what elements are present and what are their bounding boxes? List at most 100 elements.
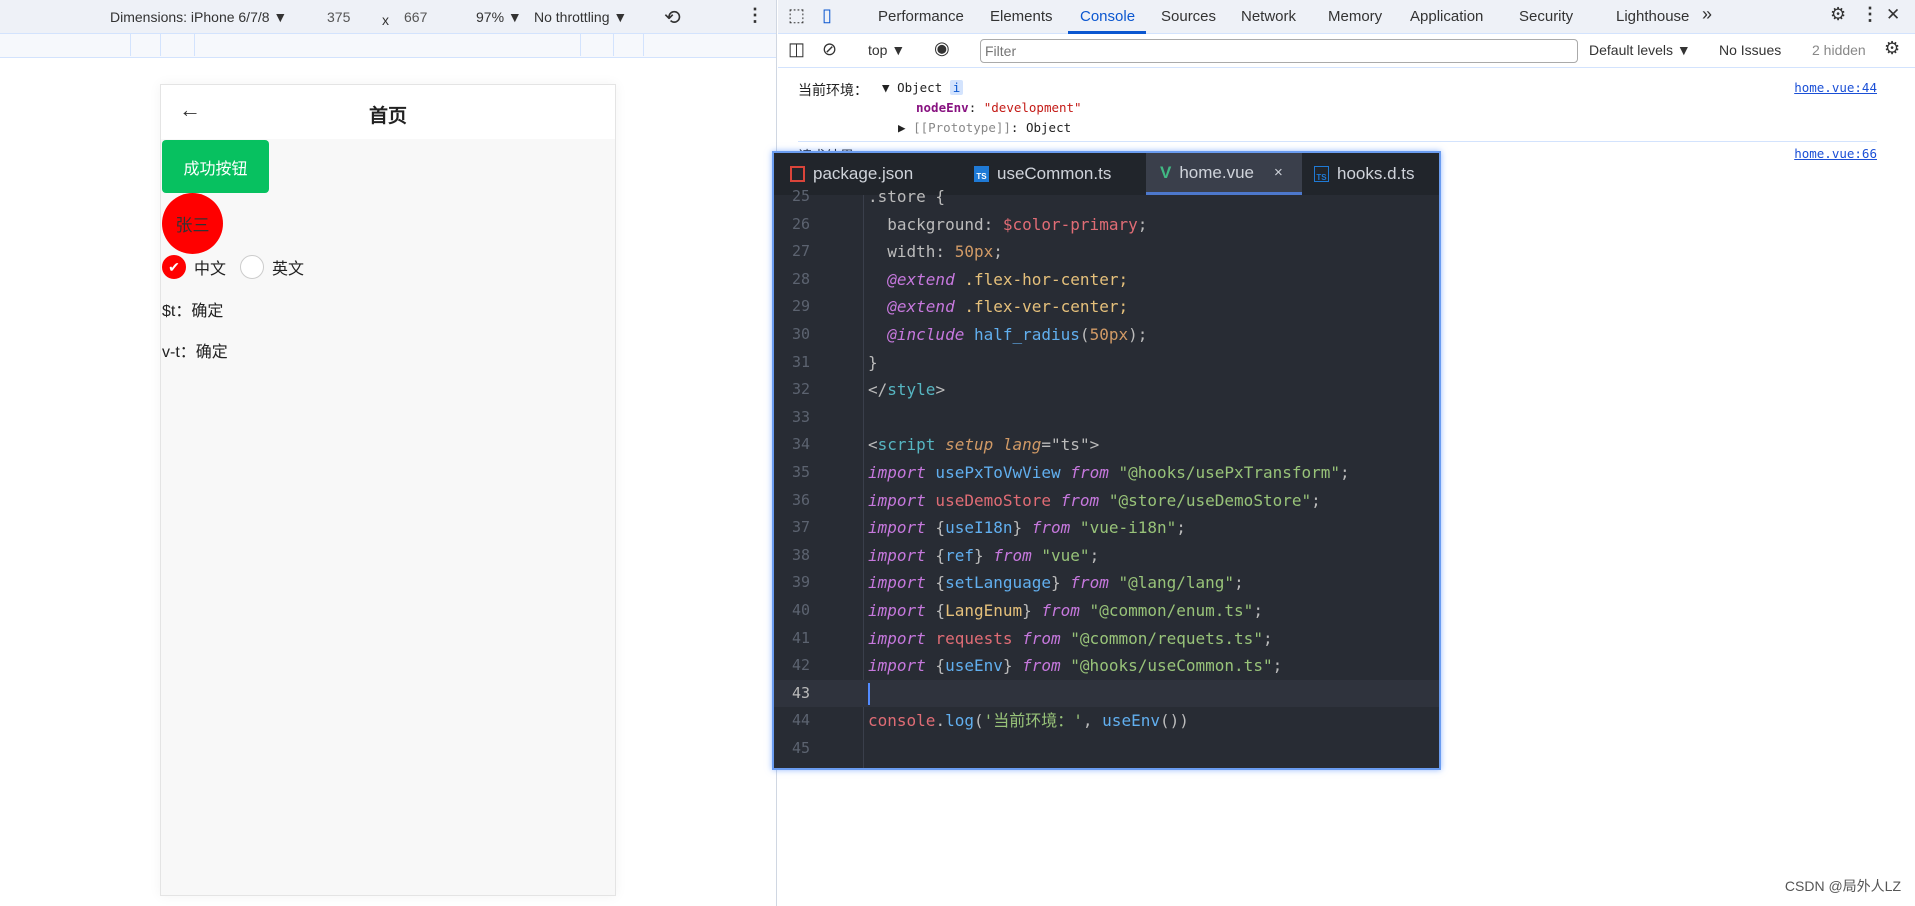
- source-link[interactable]: home.vue:44: [1794, 80, 1877, 95]
- device-emulation-pane: Dimensions: iPhone 6/7/8 ▼ 375 x 667 97%…: [0, 0, 777, 906]
- log-levels-select[interactable]: Default levels ▼: [1589, 42, 1691, 58]
- line-code: import {ref} from "vue";: [868, 542, 1099, 570]
- code-line[interactable]: 29 @extend .flex-ver-center;: [774, 293, 1439, 321]
- line-number: 38: [792, 545, 811, 564]
- page-title: 首页: [368, 106, 407, 127]
- tab-application[interactable]: Application: [1410, 8, 1483, 25]
- line-number: 41: [792, 628, 811, 647]
- code-token: usePxToVwView: [925, 463, 1071, 482]
- line-number: 25: [792, 187, 811, 205]
- object-label: Object: [897, 80, 943, 95]
- tab-console[interactable]: Console: [1080, 8, 1135, 25]
- code-line[interactable]: 46 //状态管理demo: [774, 763, 1439, 768]
- code-token: 50px: [954, 242, 994, 262]
- code-line[interactable]: 40 import {LangEnum} from "@common/enum.t…: [774, 597, 1439, 625]
- hidden-count: 2 hidden: [1812, 42, 1866, 58]
- code-line[interactable]: 26 background: $color-primary;: [774, 211, 1439, 239]
- code-token: }: [1022, 601, 1042, 620]
- context-select[interactable]: top ▼: [868, 42, 905, 58]
- sidebar-toggle-icon[interactable]: ◫: [788, 39, 805, 60]
- object-toggle[interactable]: ▼ Object i: [882, 80, 964, 95]
- line-number: 33: [792, 407, 811, 426]
- throttling-select[interactable]: No throttling ▼: [534, 9, 627, 25]
- code-line[interactable]: 34 <script setup lang="ts">: [774, 431, 1439, 459]
- prototype-row[interactable]: ▶ [[Prototype]]: Object: [898, 120, 1071, 135]
- code-line[interactable]: 45: [774, 735, 1439, 763]
- text-cursor: [868, 683, 870, 706]
- line-code: import usePxToVwView from "@hooks/usePxT…: [868, 459, 1350, 487]
- code-token: //状态管理demo: [868, 767, 990, 768]
- console-settings-icon[interactable]: ⚙: [1884, 38, 1900, 59]
- ts-file-icon: TS: [974, 166, 989, 182]
- code-token: log: [945, 711, 974, 731]
- radio-zh-label[interactable]: 中文: [194, 255, 226, 279]
- code-token: from: [993, 545, 1032, 565]
- clear-console-icon[interactable]: ⊘: [822, 39, 837, 60]
- device-toggle-icon[interactable]: ▯: [822, 5, 832, 26]
- code-token: LangEnum: [945, 601, 1023, 620]
- code-line[interactable]: 30 @include half_radius(50px);: [774, 321, 1439, 349]
- code-token: from: [1070, 463, 1109, 482]
- tab-memory[interactable]: Memory: [1328, 8, 1382, 25]
- success-button[interactable]: 成功按钮: [162, 140, 269, 193]
- code-token: "@lang/lang": [1108, 573, 1235, 593]
- code-line[interactable]: 43: [774, 679, 1439, 708]
- line-code: import {setLanguage} from "@lang/lang";: [868, 569, 1244, 597]
- tab-performance[interactable]: Performance: [878, 8, 964, 25]
- code-line[interactable]: 39 import {setLanguage} from "@lang/lang"…: [774, 569, 1439, 597]
- code-token: ;: [993, 242, 1003, 262]
- radio-zh-checked-icon[interactable]: ✔: [162, 255, 186, 279]
- rotate-icon[interactable]: ⟲: [664, 5, 681, 30]
- close-tab-icon[interactable]: ×: [1274, 164, 1283, 181]
- line-number: 46: [792, 763, 810, 768]
- code-line[interactable]: 44 console.log('当前环境：', useEnv()): [774, 707, 1439, 735]
- settings-gear-icon[interactable]: ⚙: [1830, 4, 1846, 25]
- code-area[interactable]: 25 .store {26 background: $color-primary;…: [774, 187, 1439, 768]
- code-line[interactable]: 27 width: 50px;: [774, 238, 1439, 266]
- code-token: import: [868, 490, 926, 510]
- code-line[interactable]: 35 import usePxToVwView from "@hooks/useP…: [774, 459, 1439, 487]
- close-devtools-icon[interactable]: ✕: [1886, 5, 1900, 25]
- code-token: }: [1051, 573, 1071, 593]
- code-line[interactable]: 32 </style>: [774, 376, 1439, 404]
- height-input[interactable]: 667: [404, 9, 427, 25]
- more-options-icon[interactable]: ⋮: [746, 5, 764, 26]
- tab-security[interactable]: Security: [1519, 8, 1573, 25]
- dimensions-select[interactable]: Dimensions: iPhone 6/7/8 ▼: [110, 9, 287, 25]
- width-input[interactable]: 375: [327, 9, 350, 25]
- code-token: ,: [1082, 711, 1103, 731]
- code-line[interactable]: 41 import requests from "@common/requets.…: [774, 625, 1439, 653]
- vt-text: v-t：确定: [162, 344, 228, 361]
- live-expression-eye-icon[interactable]: ◉: [934, 38, 950, 59]
- code-line[interactable]: 33: [774, 404, 1439, 432]
- code-line[interactable]: 38 import {ref} from "vue";: [774, 542, 1439, 570]
- line-number: 37: [792, 518, 811, 537]
- radio-en-label[interactable]: 英文: [272, 255, 304, 279]
- device-toolbar: Dimensions: iPhone 6/7/8 ▼ 375 x 667 97%…: [0, 0, 776, 34]
- inspect-element-icon[interactable]: ⬚: [788, 5, 805, 26]
- info-badge[interactable]: i: [949, 80, 964, 95]
- code-line[interactable]: 28 @extend .flex-hor-center;: [774, 266, 1439, 294]
- source-link[interactable]: home.vue:66: [1794, 146, 1877, 161]
- code-line[interactable]: 37 import {useI18n} from "vue-i18n";: [774, 514, 1439, 542]
- code-line[interactable]: 25 .store {: [774, 183, 1439, 211]
- kebab-menu-icon[interactable]: ⋮: [1861, 4, 1879, 25]
- filter-input[interactable]: [980, 39, 1578, 63]
- line-code: import useDemoStore from "@store/useDemo…: [868, 487, 1321, 515]
- tab-lighthouse[interactable]: Lighthouse: [1616, 8, 1689, 25]
- name-circle: 张三: [162, 193, 223, 254]
- radio-en-icon[interactable]: [240, 255, 265, 279]
- issues-button[interactable]: No Issues: [1719, 42, 1781, 58]
- code-line[interactable]: 42 import {useEnv} from "@hooks/useCommon…: [774, 652, 1439, 680]
- zoom-select[interactable]: 97% ▼: [476, 9, 522, 25]
- tab-network[interactable]: Network: [1241, 8, 1296, 25]
- code-line[interactable]: 31}: [774, 349, 1439, 377]
- tab-sources[interactable]: Sources: [1161, 8, 1216, 25]
- code-token: .flex-hor-center;: [954, 269, 1129, 289]
- tab-label: hooks.d.ts: [1337, 164, 1415, 183]
- code-line[interactable]: 36 import useDemoStore from "@store/useDe…: [774, 487, 1439, 515]
- tab-label: useCommon.ts: [997, 164, 1112, 183]
- tab-elements[interactable]: Elements: [990, 8, 1053, 25]
- more-tabs-icon[interactable]: »: [1702, 4, 1712, 25]
- code-token: {: [925, 518, 946, 538]
